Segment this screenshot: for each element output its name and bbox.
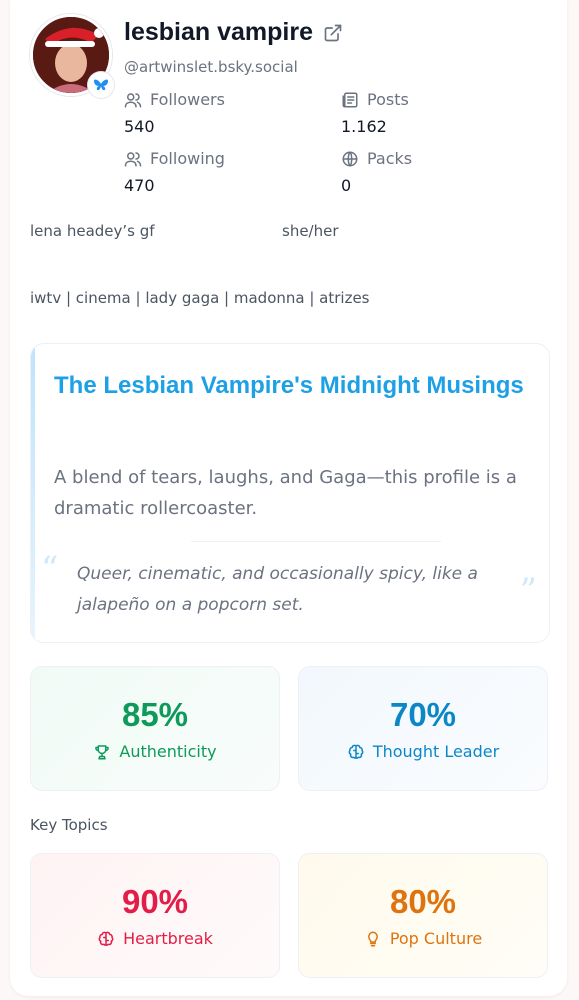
handle: @artwinslet.bsky.social bbox=[124, 58, 298, 76]
name-row: lesbian vampire bbox=[124, 18, 343, 47]
bio-interests: iwtv | cinema | lady gaga | madonna | at… bbox=[30, 289, 370, 307]
stat-packs[interactable]: Packs 0 bbox=[341, 149, 412, 195]
topic-label: Heartbreak bbox=[123, 929, 213, 948]
metric-value: 85% bbox=[121, 696, 189, 733]
quote-close-icon: ” bbox=[519, 571, 537, 611]
key-topics-heading: Key Topics bbox=[30, 816, 108, 834]
metric-label: Authenticity bbox=[119, 742, 217, 761]
stat-followers[interactable]: Followers 540 bbox=[124, 90, 225, 136]
metric-thought-leader: 70% Thought Leader bbox=[298, 666, 548, 791]
verified-badge bbox=[88, 72, 114, 98]
external-link-icon[interactable] bbox=[323, 23, 343, 43]
lightbulb-icon bbox=[367, 931, 378, 946]
butterfly-icon bbox=[94, 79, 108, 91]
quote-open-icon: “ bbox=[41, 549, 59, 589]
metric-authenticity: 85% Authenticity bbox=[30, 666, 280, 791]
stat-value: 470 bbox=[124, 176, 155, 195]
stat-label: Posts bbox=[367, 90, 409, 109]
metric-label: Thought Leader bbox=[372, 742, 500, 761]
summary-title: The Lesbian Vampire's Midnight Musings bbox=[54, 372, 524, 399]
stat-posts[interactable]: Posts 1.162 bbox=[341, 90, 409, 136]
bio-pronouns: she/her bbox=[282, 222, 339, 240]
brain-icon bbox=[348, 744, 364, 759]
globe-icon bbox=[342, 151, 358, 166]
stat-label: Packs bbox=[367, 149, 413, 168]
avatar-wrapper bbox=[30, 14, 114, 98]
newspaper-icon bbox=[342, 92, 358, 107]
topic-heartbreak: 90% Heartbreak bbox=[30, 853, 280, 978]
topic-value: 90% bbox=[121, 883, 189, 920]
topic-pop-culture: 80% Pop Culture bbox=[298, 853, 548, 978]
metric-value: 70% bbox=[389, 696, 457, 733]
summary-quote: Queer, cinematic, and occasionally spicy… bbox=[77, 564, 478, 615]
stat-value: 1.162 bbox=[341, 117, 387, 136]
stat-following[interactable]: Following 470 bbox=[124, 149, 225, 195]
summary-divider bbox=[191, 541, 441, 542]
trophy-icon bbox=[95, 744, 110, 759]
summary-card: The Lesbian Vampire's Midnight Musings A… bbox=[30, 343, 550, 643]
profile-card: lesbian vampire @artwinslet.bsky.social … bbox=[10, 0, 567, 996]
stat-value: 0 bbox=[341, 176, 352, 195]
stat-label: Followers bbox=[150, 90, 225, 109]
topic-label: Pop Culture bbox=[389, 929, 483, 948]
bio-text: lena headey’s gf bbox=[30, 222, 155, 240]
stat-label: Following bbox=[150, 149, 225, 168]
users-icon bbox=[124, 151, 142, 166]
topic-value: 80% bbox=[389, 883, 457, 920]
users-icon bbox=[124, 92, 142, 107]
summary-description: A blend of tears, laughs, and Gaga—this … bbox=[54, 467, 517, 519]
display-name: lesbian vampire bbox=[124, 18, 313, 46]
stat-value: 540 bbox=[124, 117, 155, 136]
brain-icon bbox=[98, 931, 114, 946]
